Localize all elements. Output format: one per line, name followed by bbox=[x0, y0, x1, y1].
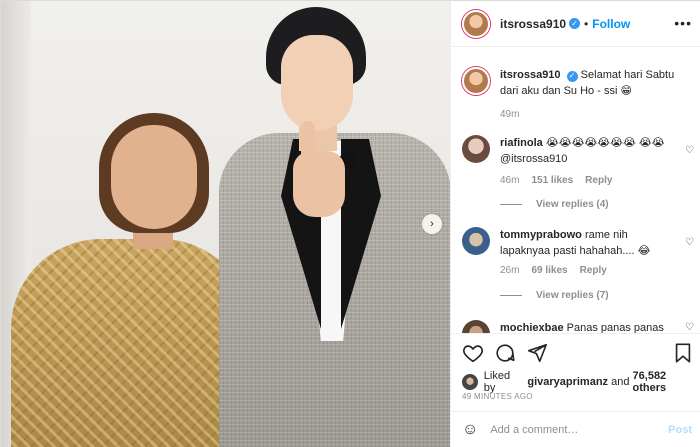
add-comment-bar: ☺ Post bbox=[451, 411, 700, 447]
comment-likes[interactable]: 69 likes bbox=[531, 265, 567, 276]
comment-meta: 46m 151 likes Reply bbox=[500, 175, 612, 186]
post-comment-button[interactable]: Post bbox=[668, 424, 692, 436]
photo-woman-dress bbox=[11, 239, 251, 447]
post-photo[interactable]: › bbox=[1, 1, 450, 447]
post-side-panel: itsrossa910 ✓ • Follow ••• itsrossa910 ✓… bbox=[450, 1, 700, 447]
author-username[interactable]: itsrossa910 bbox=[500, 17, 566, 31]
emoji-picker-icon[interactable]: ☺ bbox=[462, 421, 478, 439]
post-timestamp[interactable]: 49 MINUTES AGO bbox=[462, 392, 533, 401]
comment-meta: 26m 69 likes Reply bbox=[500, 265, 607, 276]
replies-line bbox=[500, 295, 522, 296]
verified-badge-icon: ✓ bbox=[569, 18, 581, 29]
reply-button[interactable]: Reply bbox=[580, 265, 607, 276]
comment-username[interactable]: tommyprabowo bbox=[500, 229, 582, 241]
photo-man-face bbox=[281, 35, 353, 131]
like-comment-heart-icon[interactable]: ♡ bbox=[685, 322, 694, 333]
comment-text: Panas panas panas bbox=[566, 322, 664, 333]
photo-woman-face bbox=[111, 125, 197, 229]
view-replies-button[interactable]: View replies (7) bbox=[500, 290, 609, 301]
view-replies-label: View replies (4) bbox=[536, 199, 609, 210]
comment-input[interactable] bbox=[490, 424, 651, 436]
action-icons bbox=[462, 342, 694, 366]
post-actions: Liked by givaryaprimanz and 76,582 other… bbox=[451, 333, 700, 401]
caption-time: 49m bbox=[500, 109, 520, 120]
caption-meta: 49m bbox=[500, 109, 519, 120]
next-photo-button[interactable]: › bbox=[422, 214, 442, 234]
instagram-post-window: › itsrossa910 ✓ • Follow ••• itsrossa910… bbox=[0, 0, 700, 447]
post-header: itsrossa910 ✓ • Follow ••• bbox=[451, 1, 700, 47]
comment-username[interactable]: riafinola bbox=[500, 137, 543, 149]
like-comment-heart-icon[interactable]: ♡ bbox=[685, 237, 694, 248]
more-options-icon[interactable]: ••• bbox=[674, 15, 692, 31]
replies-line bbox=[500, 204, 522, 205]
like-comment-heart-icon[interactable]: ♡ bbox=[685, 145, 694, 156]
comment-username[interactable]: mochiexbae bbox=[500, 322, 564, 333]
comment-time: 26m bbox=[500, 265, 520, 276]
heart-icon[interactable] bbox=[462, 342, 484, 364]
chevron-right-icon: › bbox=[430, 218, 434, 230]
verified-badge-icon: ✓ bbox=[566, 70, 578, 82]
reply-button[interactable]: Reply bbox=[585, 175, 612, 186]
view-replies-button[interactable]: View replies (4) bbox=[500, 199, 609, 210]
liked-by-and: and bbox=[611, 376, 630, 388]
comment-avatar[interactable] bbox=[462, 135, 490, 163]
liked-by-row: Liked by givaryaprimanz and 76,582 other… bbox=[462, 370, 700, 394]
comment-avatar[interactable] bbox=[462, 320, 490, 333]
comment-icon[interactable] bbox=[494, 342, 516, 364]
view-replies-label: View replies (7) bbox=[536, 290, 609, 301]
liked-by-user[interactable]: givaryaprimanz bbox=[527, 376, 608, 388]
photo-hand bbox=[293, 151, 345, 217]
comment-time: 46m bbox=[500, 175, 520, 186]
comment-avatar[interactable] bbox=[462, 227, 490, 255]
share-icon[interactable] bbox=[526, 342, 548, 364]
separator-dot: • bbox=[584, 16, 589, 31]
liked-by-prefix: Liked by bbox=[483, 370, 511, 394]
follow-button[interactable]: Follow bbox=[592, 17, 630, 31]
comments-list[interactable]: itsrossa910 ✓ Selamat hari Sabtu dari ak… bbox=[451, 47, 700, 333]
author-avatar[interactable] bbox=[462, 9, 490, 38]
comment-likes[interactable]: 151 likes bbox=[531, 175, 573, 186]
caption-username[interactable]: itsrossa910 bbox=[500, 69, 561, 81]
caption-avatar[interactable] bbox=[462, 67, 490, 95]
bookmark-icon[interactable] bbox=[672, 342, 694, 364]
liked-by-others[interactable]: 76,582 others bbox=[633, 370, 700, 394]
liker-avatar[interactable] bbox=[462, 374, 478, 390]
